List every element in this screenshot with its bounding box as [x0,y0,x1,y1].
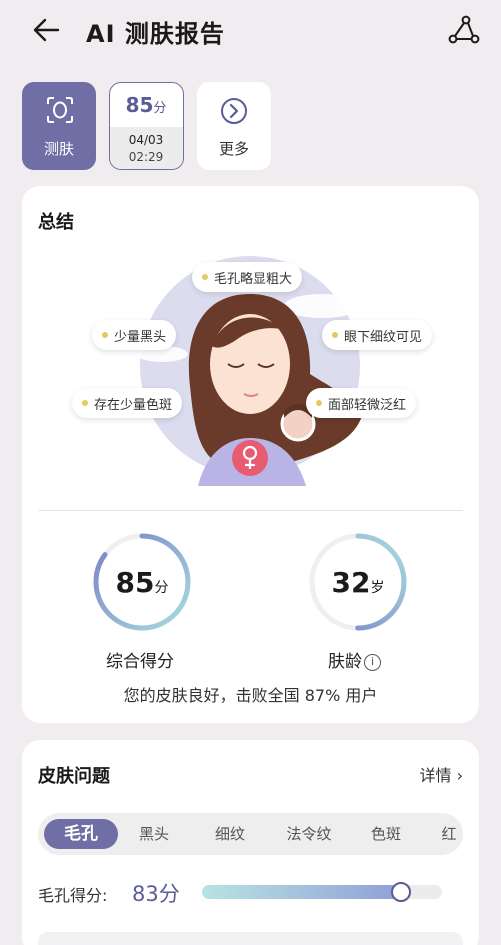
pore-score-bar [202,882,442,902]
record-score: 85分 [125,93,167,117]
tag-pores: 毛孔略显粗大 [192,262,303,292]
record-time: 02:29 [128,150,164,164]
app-header: AI 测肤报告 [0,0,501,62]
tab-pores[interactable]: 毛孔 [44,819,118,849]
female-icon [232,440,268,476]
tag-fine-lines: 眼下细纹可见 [322,320,433,350]
face-scan-icon [46,96,74,124]
summary-card: 总结 毛孔略显粗大 少量黑头 眼下细纹可见 存在少量色斑 面部轻微泛红 85分 … [22,186,479,723]
chevron-right-circle-icon [220,97,248,125]
chevron-right-icon: › [456,766,463,785]
tag-blackheads: 少量黑头 [92,320,177,350]
detail-link[interactable]: 详情 › [419,762,463,786]
overall-score-value: 85分 [115,566,169,599]
measure-skin-label: 测肤 [43,140,74,158]
skin-issues-card: 皮肤问题 详情 › 毛孔 黑头 细纹 法令纹 色斑 红 毛孔得分: 83分 [22,740,479,945]
tab-redness[interactable]: 红 [434,819,463,849]
tab-fine-lines[interactable]: 细纹 [198,819,262,849]
skin-age-value: 32岁 [331,566,385,599]
pore-score-fill [202,885,402,899]
tag-spots: 存在少量色斑 [72,388,183,418]
overall-score-label: 综合得分 [106,652,174,672]
measure-skin-button[interactable]: 测肤 [22,82,96,170]
share-icon[interactable] [446,14,480,46]
skin-age-label-row: 肤龄 i [328,647,381,672]
beat-percentage-text: 您的皮肤良好，击败全国 87% 用户 [123,686,378,705]
tab-blackheads[interactable]: 黑头 [122,819,186,849]
pore-detail-strip [38,932,463,945]
back-arrow-icon[interactable] [30,14,64,46]
skin-age-label: 肤龄 [328,652,362,672]
pore-score-label: 毛孔得分: [38,886,108,905]
issue-tabs: 毛孔 黑头 细纹 法令纹 色斑 红 [38,813,463,855]
page-title: AI 测肤报告 [86,20,225,48]
history-record-card[interactable]: 85分 04/03 02:29 [109,82,184,170]
record-date: 04/03 [128,133,164,147]
tab-nasolabial[interactable]: 法令纹 [272,819,346,849]
pore-score-knob [391,882,412,902]
more-button[interactable]: 更多 [197,82,271,170]
more-label: 更多 [218,140,249,158]
skin-issues-title: 皮肤问题 [38,766,110,787]
summary-title: 总结 [38,212,74,233]
summary-divider [38,510,463,511]
tag-redness: 面部轻微泛红 [306,388,417,418]
info-icon[interactable]: i [364,654,381,671]
tab-spots[interactable]: 色斑 [356,819,416,849]
pore-score-value: 83分 [132,882,180,906]
